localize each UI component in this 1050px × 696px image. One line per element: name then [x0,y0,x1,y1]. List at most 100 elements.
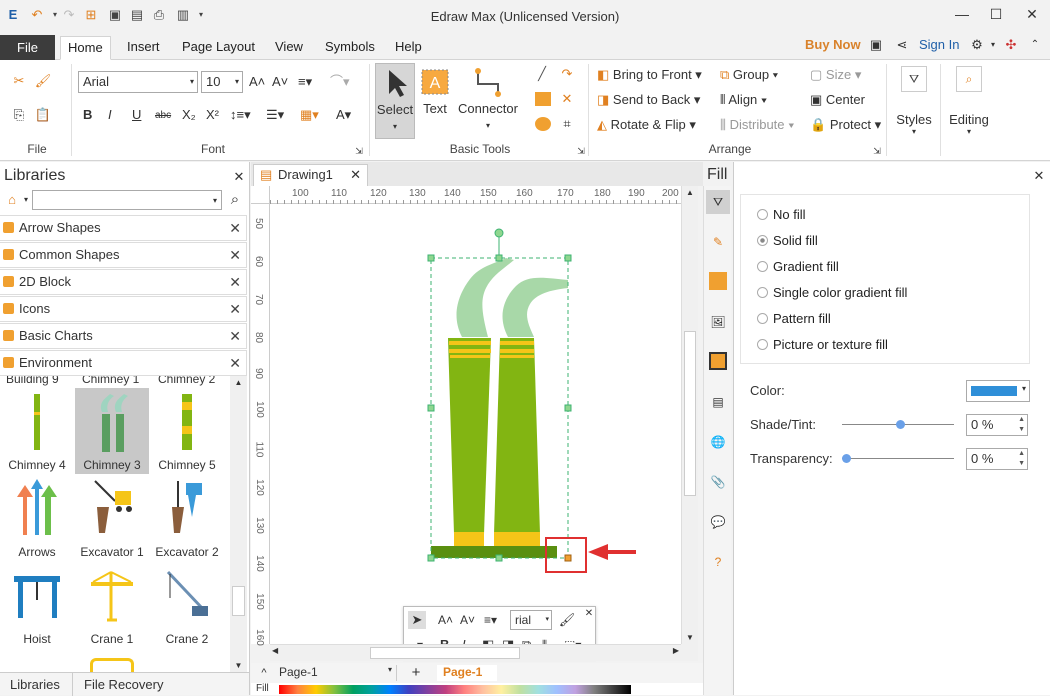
minimize-icon[interactable]: — [950,4,974,24]
new-document-icon[interactable]: ⊞ [82,6,100,24]
tab-symbols[interactable]: Symbols [318,36,382,60]
shape-excavator-2[interactable]: Excavator 2 [150,475,224,561]
crop-tool-icon[interactable]: ⌗ [558,115,576,133]
document-tab[interactable]: ▤ Drawing1 ✕ [253,164,368,186]
select-tool-button[interactable]: Select ▾ [375,63,415,139]
undo-icon[interactable]: ↶ [28,6,46,24]
open-folder-icon[interactable]: ▣ [106,6,124,24]
library-category-common-shapes[interactable]: Common Shapes ✕ [0,242,247,268]
line-panel-icon[interactable]: ✎ [706,230,730,254]
group-button[interactable]: ⧉ Group ▾ [720,67,778,83]
close-category-icon[interactable]: ✕ [229,216,241,240]
close-fill-panel-icon[interactable]: ✕ [1030,167,1048,185]
library-search-input[interactable]: ▾ [32,190,222,210]
font-color-icon[interactable]: A▾ [336,107,351,123]
close-category-icon[interactable]: ✕ [229,351,241,375]
styles-button[interactable]: ⛛ Styles ▾ [892,66,936,146]
close-libraries-icon[interactable]: ✕ [230,168,248,186]
page-nav-up-icon[interactable]: ^ [255,664,273,682]
format-painter-icon[interactable]: 🖌 [558,611,576,629]
send-to-back-button[interactable]: ◨ Send to Back ▾ [597,92,700,108]
close-category-icon[interactable]: ✕ [229,243,241,267]
shrink-font-icon[interactable]: A˅ [460,612,475,628]
arrange-dialog-launcher-icon[interactable]: ⇲ [868,142,886,160]
radio-no-fill[interactable]: No fill [757,207,806,222]
close-category-icon[interactable]: ✕ [229,297,241,321]
maximize-icon[interactable]: ☐ [984,4,1008,24]
apps-icon[interactable]: ✣ [1002,36,1020,54]
text-tool-button[interactable]: A Text [418,63,452,139]
shape-chimney-5[interactable]: Chimney 5 [150,388,224,474]
library-category-arrow-shapes[interactable]: Arrow Shapes ✕ [0,215,247,241]
close-tab-icon[interactable]: ✕ [350,165,361,185]
radio-single-color-gradient-fill[interactable]: Single color gradient fill [757,285,907,300]
export-icon[interactable]: ▥ [174,6,192,24]
transparency-slider[interactable] [842,454,954,463]
shrink-font-icon[interactable]: A˅ [272,74,288,90]
file-menu[interactable]: File [0,35,55,60]
cart-icon[interactable]: ▣ [867,36,885,54]
shape-chimney-3[interactable]: Chimney 3 [75,388,149,474]
bullets-icon[interactable]: ☰▾ [266,107,284,123]
text-effect-icon[interactable]: ⌒▾ [330,74,350,90]
format-painter-icon[interactable]: 🖌 [34,72,52,90]
fill-panel-icon[interactable]: ⛛ [706,190,730,214]
cut-icon[interactable]: ✂ [10,72,28,90]
close-toolbar-icon[interactable]: ✕ [580,605,598,623]
rectangle-tool-icon[interactable] [533,90,551,108]
arc-tool-icon[interactable]: ↷ [558,65,576,83]
bring-to-front-button[interactable]: ◧ Bring to Front ▾ [597,67,702,83]
strikethrough-icon[interactable]: abc [155,108,171,124]
italic-icon[interactable]: I [108,107,112,123]
tab-libraries[interactable]: Libraries [10,677,60,692]
grow-font-icon[interactable]: A˄ [438,612,453,628]
grow-font-icon[interactable]: A˄ [249,74,265,90]
superscript-icon[interactable]: X² [206,107,219,123]
font-dialog-launcher-icon[interactable]: ⇲ [350,142,368,160]
paste-icon[interactable]: 📋 [34,106,52,124]
color-picker[interactable]: ▾ [966,380,1030,402]
cross-tool-icon[interactable]: ✕ [558,90,576,108]
protect-button[interactable]: 🔒 Protect ▾ [810,117,881,133]
color-palette[interactable]: Fill [251,683,703,695]
image-panel-icon[interactable]: 🖼 [706,310,730,334]
shadow-panel-icon[interactable] [709,272,727,290]
shape-crane-1[interactable]: Crane 1 [75,562,149,648]
bold-icon[interactable]: B [83,107,92,123]
shape-chimney-4[interactable]: Chimney 4 [0,388,74,474]
copy-icon[interactable]: ⎘ [10,106,28,124]
horizontal-scroll-thumb[interactable] [370,647,520,659]
ribbon-collapse-icon[interactable]: ⌃ [1026,36,1044,54]
quick-access-dropdown-icon[interactable]: ▾ [192,6,210,24]
rotate-flip-button[interactable]: ◭ Rotate & Flip ▾ [597,117,696,133]
page-tab-active[interactable]: Page-1 [437,665,497,681]
canvas-vertical-scrollbar[interactable]: ▲ ▼ [681,186,698,644]
align-button[interactable]: ⫴ Align ▾ [720,92,767,108]
shade-spinner[interactable]: 0 % ▲ ▼ [966,414,1028,436]
library-category-icons[interactable]: Icons ✕ [0,296,247,322]
pointer-icon[interactable]: ➤ [408,611,426,629]
redo-icon[interactable]: ↷ [60,6,78,24]
hyperlink-panel-icon[interactable]: 🌐 [706,430,730,454]
palette-swatches[interactable] [279,685,631,694]
line-tool-icon[interactable]: ╱ [533,65,551,83]
ellipse-tool-icon[interactable] [533,115,551,133]
radio-pattern-fill[interactable]: Pattern fill [757,311,831,326]
page-select[interactable]: Page-1 ▾ [279,665,397,681]
settings-dropdown-icon[interactable]: ▾ [984,36,1002,54]
shade-slider[interactable] [842,420,954,429]
search-icon[interactable]: ⌕ [226,191,244,209]
library-scroll-thumb[interactable] [232,586,245,616]
close-category-icon[interactable]: ✕ [229,270,241,294]
tab-page-layout[interactable]: Page Layout [175,36,262,60]
shape-crane-2[interactable]: Crane 2 [150,562,224,648]
transparency-slider-thumb[interactable] [842,454,851,463]
subscript-icon[interactable]: X₂ [182,107,196,123]
drawing-canvas[interactable]: ➤ A˄ A˅ ≡▾ rial▾ 🖌 ✕ ⌐▾ B I ◧ ◨ ⧉ ⫴▾ ⬚▾ [270,204,681,658]
library-category-environment[interactable]: Environment ✕ [0,350,247,376]
transparency-spinner[interactable]: 0 % ▲ ▼ [966,448,1028,470]
close-category-icon[interactable]: ✕ [229,324,241,348]
font-select[interactable]: rial ▾ [510,610,552,630]
distribute-button[interactable]: ⫼ Distribute ▾ [720,117,795,133]
add-page-icon[interactable]: + [407,664,425,682]
